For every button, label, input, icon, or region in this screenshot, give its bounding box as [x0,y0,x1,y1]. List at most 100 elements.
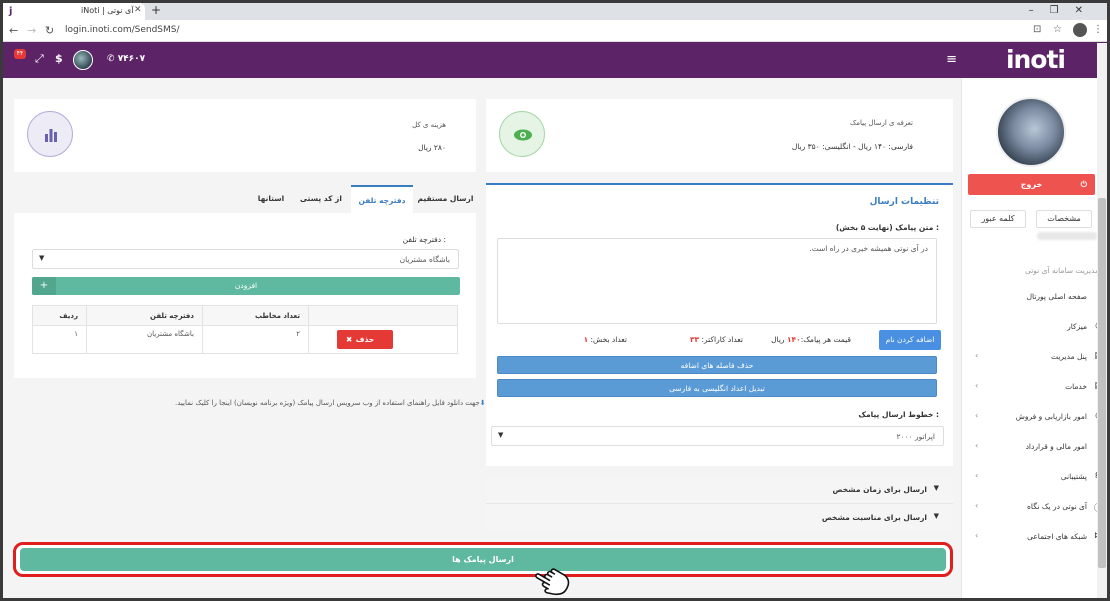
row-phonebook-name: باشگاه مشتریان [86,325,203,354]
fullscreen-icon[interactable]: ⤢ [35,52,44,66]
schedule-send-label: ارسال برای زمان مشخص [832,485,927,494]
char-count: تعداد کاراکتر: ۳۳ [689,335,743,344]
total-cost-card: هزینه ی کل ۲۸۰ ریال [14,99,476,172]
sms-line-value: اپراتور ۲۰۰۰ [896,432,936,441]
cost-value: ۲۸۰ ریال [418,143,446,152]
header-avatar[interactable] [73,50,93,70]
bookmark-star-icon[interactable]: ☆ [1053,24,1062,35]
sidebar-item-social-networks[interactable]: ‹ ⋈ شبکه های اجتماعی [975,531,1103,545]
caret-down-icon: ▼ [933,512,939,520]
browser-tab[interactable]: j iNoti | آی نوتی ✕ [3,3,145,20]
new-tab-icon[interactable]: + [151,3,161,17]
message-label: متن پیامک (نهایت ۵ بخش) : [835,223,939,232]
phonebook-select[interactable]: باشگاه مشتریان ▼ [32,249,459,269]
caret-down-icon: ▼ [933,484,939,492]
sidebar-item-label: پشتیبانی [1060,472,1087,481]
chevron-left-icon: ‹ [975,471,979,480]
row-actions: حذف ✖ [308,325,458,354]
eye-icon [514,129,532,141]
main-content: تعرفه ی ارسال پیامک فارسی: ۱۴۰ ریال - ان… [3,78,961,598]
tariff-value: فارسی: ۱۴۰ ریال - انگلیسی: ۳۵۰ ریال [791,142,913,151]
tab-direct-send[interactable]: ارسال مستقیم [415,185,476,213]
forward-icon[interactable]: → [27,24,36,37]
sidebar: خروج ⏻ کلمه عبور مشخصات مدیریت سامانه آی… [961,78,1107,598]
sidebar-item-label: امور مالی و قرارداد [1025,442,1087,451]
remove-extra-spaces-button[interactable]: حذف فاصله های اضافه [497,356,937,374]
close-tab-icon[interactable]: ✕ [134,5,142,15]
profile-picture[interactable] [996,97,1066,167]
tab-postal-code[interactable]: از کد پستی [293,185,349,213]
sidebar-item-label: آی نوتی در یک نگاه [1027,502,1087,511]
sidebar-item-admin-panel[interactable]: ‹ ▤ پنل مدیریت [975,351,1103,365]
delete-label: حذف [355,335,375,344]
sidebar-item-support[interactable]: ‹ ☊ پشتیبانی [975,471,1103,485]
price-per-sms: قیمت هر پیامک:۱۴۰ ریال [771,335,851,344]
menu-kebab-icon[interactable]: ⋮ [1093,24,1103,35]
phonebook-label: دفترچه تلفن : [402,235,446,244]
occasion-send-toggle[interactable]: ▼ ارسال برای مناسبت مشخص [486,504,953,532]
cost-circle [27,111,73,157]
send-button-highlight: ارسال پیامک ها [13,542,953,577]
page-scrollbar[interactable] [1097,43,1107,598]
api-download-text: جهت دانلود فایل راهنمای استفاده از وب سر… [175,399,480,407]
dropdown-arrow-icon: ▼ [498,431,504,439]
delete-button[interactable]: حذف ✖ [337,330,393,349]
sidebar-section-title: مدیریت سامانه آی نوتی [1024,266,1099,275]
sidebar-item-label: میزکار [1067,322,1087,331]
sidebar-item-label: شبکه های اجتماعی [1027,532,1087,541]
add-name-button[interactable]: اضافه کردن نام [879,330,941,350]
app-header: ۴۴ ⤢ $ ✆ ۷۴۶۰۷ ≡ inoti [3,42,1107,78]
dropdown-arrow-icon: ▼ [39,254,45,262]
api-download-note[interactable]: ⬇جهت دانلود فایل راهنمای استفاده از وب س… [175,399,486,407]
send-sms-button[interactable]: ارسال پیامک ها [20,548,946,571]
browser-tabstrip: j iNoti | آی نوتی ✕ + –❐✕ [3,3,1107,20]
tab-profile[interactable]: مشخصات [1036,210,1092,228]
download-icon: ⬇ [479,399,486,407]
sidebar-item-portal-home[interactable]: ⌂ صفحه اصلی پورتال [975,291,1103,305]
back-icon[interactable]: ← [9,24,18,37]
tab-provinces[interactable]: استانها [251,185,291,213]
message-textarea[interactable]: در آی نوتی همیشه خبری در راه است. [497,238,937,324]
username-blurred [1037,232,1097,240]
convert-digits-button[interactable]: تبدیل اعداد انگلیسی به فارسی [497,379,937,397]
chevron-left-icon: ‹ [975,411,979,420]
logout-label: خروج [1020,180,1043,189]
tab-phonebook[interactable]: دفترچه تلفن [351,185,413,213]
col-actions [308,305,458,326]
schedule-send-toggle[interactable]: ▼ ارسال برای زمان مشخص [486,476,953,504]
window-controls[interactable]: –❐✕ [1029,5,1099,16]
translate-icon[interactable]: ⊡ [1033,24,1041,35]
tab-title: iNoti | آی نوتی [81,6,134,15]
chevron-left-icon: ‹ [975,531,979,540]
tab-password[interactable]: کلمه عبور [970,210,1026,228]
url-field[interactable]: login.inoti.com/SendSMS/ [65,25,180,35]
close-x-icon: ✖ [346,335,353,344]
inoti-logo[interactable]: inoti [1006,45,1066,74]
sidebar-item-marketing-sales[interactable]: ‹ ◉ امور بازاریابی و فروش [975,411,1103,425]
advanced-send-options: ▼ ارسال برای زمان مشخص ▼ ارسال برای مناس… [486,476,953,532]
hamburger-menu-icon[interactable]: ≡ [946,52,957,67]
tariff-circle [499,111,545,157]
reload-icon[interactable]: ↻ [45,24,54,37]
row-index: ۱ [32,325,87,354]
add-phonebook-button[interactable]: + افزودن [32,277,460,295]
tariff-title: تعرفه ی ارسال پیامک [849,119,913,127]
power-icon: ⏻ [1080,180,1087,189]
scrollbar-thumb[interactable] [1098,198,1106,568]
sidebar-item-desk[interactable]: ◔ میزکار [975,321,1103,335]
table-row: ۱ باشگاه مشتریان ۲ حذف ✖ [32,325,458,354]
inoti-favicon-icon: j [9,6,13,17]
sidebar-item-services[interactable]: ‹ ▤ خدمات [975,381,1103,395]
profile-avatar-icon[interactable] [1073,23,1087,37]
sidebar-item-finance-contract[interactable]: ‹ $ امور مالی و قرارداد [975,441,1103,455]
sidebar-item-label: صفحه اصلی پورتال [1026,292,1087,301]
notification-badge[interactable]: ۴۴ [14,49,26,59]
chevron-left-icon: ‹ [975,501,979,510]
sms-line-select[interactable]: اپراتور ۲۰۰۰ ▼ [491,426,944,446]
logout-button[interactable]: خروج ⏻ [968,174,1095,195]
tariff-card: تعرفه ی ارسال پیامک فارسی: ۱۴۰ ریال - ان… [486,99,953,172]
phonebook-table: ردیف دفترچه تلفن تعداد مخاطب ۱ باشگاه مش… [32,305,458,354]
dollar-icon[interactable]: $ [55,52,63,65]
recipient-tabs: ارسال مستقیم دفترچه تلفن از کد پستی استا… [15,185,476,213]
sidebar-item-inoti-at-a-glance[interactable]: ‹ ⓘ آی نوتی در یک نگاه [975,501,1103,515]
